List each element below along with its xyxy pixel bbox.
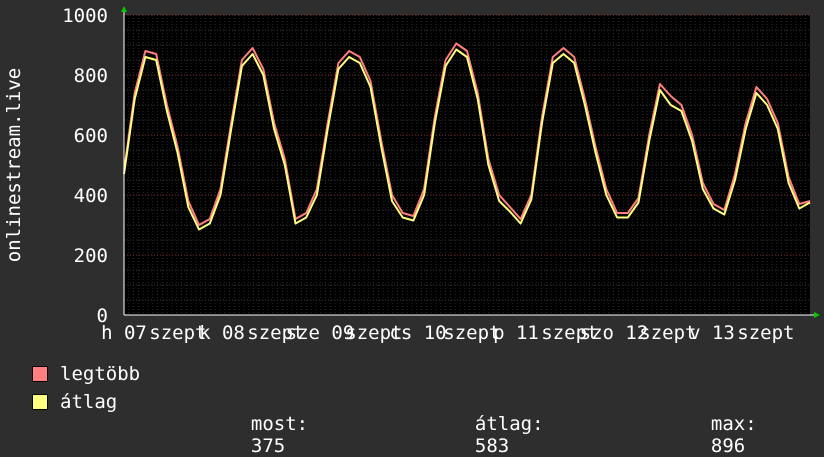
x-tick-label: szept [639,322,696,344]
stat-most: most: 375 [228,391,308,457]
legend-swatch-legtobb [32,366,48,382]
y-tick-label: 400 [74,185,108,207]
x-tick-label: v 13 [689,322,735,344]
y-axis-arrow [121,6,127,12]
x-axis-ticks: h 07 szeptk 08 szeptsze 09szeptcs 10szeptp… [101,322,794,344]
legend-label-atlag: átlag [60,391,118,413]
x-axis-arrow [814,312,820,318]
y-tick-label: 800 [74,65,108,87]
line-chart: 02004006008001000 h 07 szeptk 08 szeptsze … [3,5,820,344]
x-tick-label: szept [737,322,794,344]
x-tick-label: szept [443,322,500,344]
stat-max-label: max: [710,413,757,435]
x-tick-label: h 07 [101,322,147,344]
x-tick-label: szept [149,322,206,344]
stat-max: max: 896 [688,391,757,457]
y-tick-label: 200 [74,245,108,267]
x-tick-label: szo 12 [580,322,649,344]
y-tick-label: 600 [74,125,108,147]
y-tick-label: 1000 [62,5,108,27]
y-axis-label: onlinestream.live [3,68,25,262]
legend-label-legtobb: legtöbb [60,363,141,385]
x-tick-label: p 11 [493,322,539,344]
y-axis-ticks: 02004006008001000 [62,5,108,327]
stat-atlag-label: átlag: [474,413,544,435]
x-tick-label: k 08 [199,322,245,344]
stat-most-label: most: [250,413,309,435]
legend-swatch-atlag [32,394,48,410]
stat-max-value: 896 [710,435,746,457]
x-tick-label: cs 10 [389,322,446,344]
legend-item-atlag: átlag [32,391,117,413]
stat-atlag: átlag: 583 [452,391,544,457]
stat-most-value: 375 [250,435,286,457]
stat-atlag-value: 583 [474,435,510,457]
legend-item-legtobb: legtöbb [32,363,140,385]
x-tick-label: sze 09 [286,322,355,344]
